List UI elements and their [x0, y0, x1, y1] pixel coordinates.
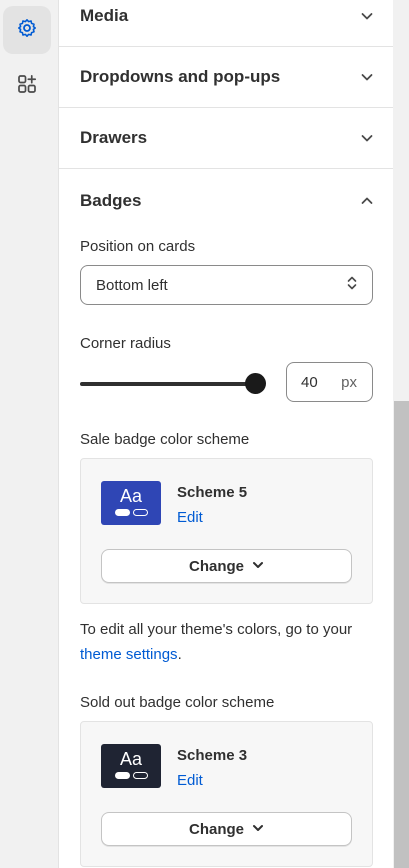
change-scheme-button[interactable]: Change [101, 549, 352, 583]
theme-colors-help: To edit all your theme's colors, go to y… [80, 617, 370, 667]
help-text: To edit all your theme's colors, go to y… [80, 621, 353, 638]
sale-scheme-card: Aa Scheme 5 Edit Change [80, 458, 373, 604]
corner-radius-slider-track[interactable] [80, 382, 256, 386]
position-label: Position on cards [80, 238, 196, 255]
corner-radius-input[interactable]: 40 px [286, 362, 373, 402]
sold-out-scheme-card: Aa Scheme 3 Edit Change [80, 721, 373, 867]
corner-radius-slider-thumb[interactable] [245, 373, 266, 394]
theme-settings-button[interactable] [3, 6, 51, 54]
scheme-name: Scheme 5 [177, 484, 248, 501]
select-arrows-icon [346, 274, 358, 296]
section-media[interactable]: Media [59, 0, 393, 47]
help-suffix: . [177, 646, 182, 663]
change-label: Change [188, 820, 244, 838]
edit-scheme-link[interactable]: Edit [177, 509, 203, 526]
color-scheme-swatch: Aa [101, 744, 161, 788]
chevron-up-icon [360, 194, 374, 208]
color-scheme-swatch: Aa [101, 481, 161, 525]
position-value: Bottom left [96, 276, 168, 294]
scheme-name: Scheme 3 [177, 747, 248, 764]
swatch-text: Aa [119, 749, 143, 769]
section-title: Drawers [80, 128, 148, 147]
scrollbar-thumb[interactable] [394, 401, 409, 868]
add-section-icon [17, 74, 37, 99]
change-label: Change [188, 557, 244, 575]
position-select[interactable]: Bottom left [80, 265, 373, 305]
swatch-pills [114, 509, 148, 516]
sale-badge-label: Sale badge color scheme [80, 431, 250, 448]
add-section-button[interactable] [3, 62, 51, 110]
corner-radius-label: Corner radius [80, 335, 171, 352]
section-badges[interactable]: Badges [59, 170, 393, 231]
chevron-down-icon [252, 558, 264, 575]
settings-panel: Media Dropdowns and pop-ups Drawers Badg… [58, 0, 393, 868]
section-title: Media [80, 6, 129, 25]
corner-radius-value: 40 [301, 373, 318, 391]
sold-out-badge-label: Sold out badge color scheme [80, 694, 275, 711]
chevron-down-icon [360, 9, 374, 23]
change-scheme-button[interactable]: Change [101, 812, 352, 846]
edit-scheme-link[interactable]: Edit [177, 772, 203, 789]
chevron-down-icon [360, 131, 374, 145]
section-drawers[interactable]: Drawers [59, 108, 393, 169]
corner-radius-unit: px [341, 373, 357, 391]
swatch-text: Aa [119, 486, 143, 506]
section-title: Badges [80, 190, 142, 210]
chevron-down-icon [360, 70, 374, 84]
gear-icon [17, 18, 37, 43]
section-title: Dropdowns and pop-ups [80, 67, 281, 86]
section-dropdowns[interactable]: Dropdowns and pop-ups [59, 47, 393, 108]
theme-settings-link[interactable]: theme settings [80, 646, 178, 663]
chevron-down-icon [252, 821, 264, 838]
swatch-pills [114, 772, 148, 779]
left-rail [0, 0, 58, 868]
